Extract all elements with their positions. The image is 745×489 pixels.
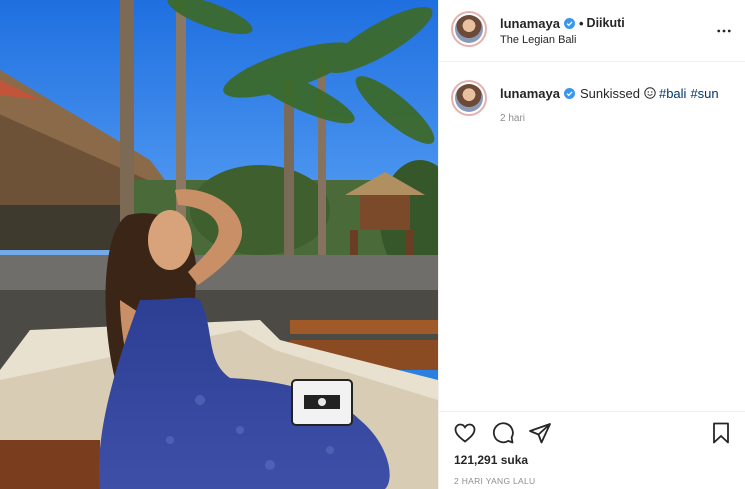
post-side-panel: lunamaya • Diikuti The Legian Bali lunam… [438, 0, 745, 489]
instagram-post: lunamaya • Diikuti The Legian Bali lunam… [0, 0, 745, 489]
caption-avatar[interactable] [451, 80, 487, 116]
post-date: 2 HARI YANG LALU [454, 476, 536, 486]
post-actions: 121,291 suka 2 HARI YANG LALU [439, 411, 745, 489]
header-username[interactable]: lunamaya [500, 16, 560, 31]
header-user-line: lunamaya • Diikuti [500, 14, 625, 32]
share-icon[interactable] [528, 421, 552, 445]
caption: lunamaya Sunkissed #bali #sun [500, 84, 723, 102]
caption-username[interactable]: lunamaya [500, 86, 560, 101]
verified-badge-icon [563, 17, 575, 29]
verified-badge-icon [563, 87, 575, 99]
location-link[interactable]: The Legian Bali [500, 34, 576, 46]
smiling-face-icon [644, 87, 656, 99]
more-options-icon[interactable] [716, 22, 732, 40]
caption-text: Sunkissed [579, 85, 640, 101]
hashtag-link[interactable]: #bali [659, 86, 686, 101]
comment-icon[interactable] [491, 421, 515, 445]
bookmark-icon[interactable] [709, 421, 733, 445]
like-count[interactable]: 121,291 suka [454, 453, 528, 467]
hashtag-link[interactable]: #sun [690, 86, 718, 101]
post-header: lunamaya • Diikuti The Legian Bali [439, 0, 745, 62]
heart-icon[interactable] [453, 421, 477, 445]
post-photo[interactable] [0, 0, 438, 489]
avatar[interactable] [451, 11, 487, 47]
photo-illustration [0, 0, 438, 489]
caption-time: 2 hari [500, 113, 526, 124]
separator-dot: • [578, 15, 584, 31]
follow-state-button[interactable]: Diikuti [587, 16, 625, 30]
